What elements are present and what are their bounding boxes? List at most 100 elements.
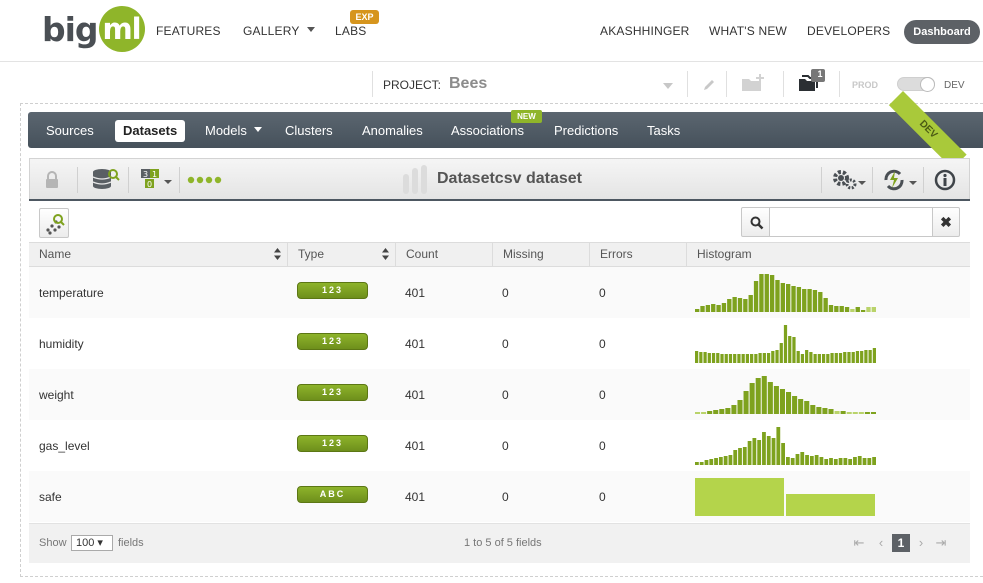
tab-tasks[interactable]: Tasks (647, 120, 680, 142)
histogram-bar (857, 456, 862, 465)
histogram-bar (798, 399, 804, 414)
histogram-bar (860, 310, 866, 312)
dev-label: DEV (944, 80, 965, 91)
pencil-icon[interactable] (702, 78, 716, 92)
histogram-bar (788, 336, 792, 363)
field-name[interactable]: humidity (39, 337, 84, 351)
field-errors: 0 (599, 337, 606, 351)
field-name[interactable]: gas_level (39, 439, 90, 453)
last-page-icon[interactable]: ⇥ (932, 534, 950, 552)
show-label: Show (39, 537, 67, 549)
table-row[interactable]: gas_level 123 401 0 0 (29, 420, 970, 471)
associations-new-badge: NEW (511, 110, 542, 123)
project-bar: PROJECT: Bees 1 PROD DEV (0, 63, 983, 103)
histogram-bar (850, 309, 855, 312)
histogram-chart[interactable] (695, 322, 877, 364)
histogram-bar (796, 351, 800, 363)
configure-icon[interactable] (832, 168, 866, 192)
project-dropdown-icon[interactable] (663, 83, 673, 89)
one-click-icon[interactable] (882, 168, 918, 192)
histogram-chart[interactable] (695, 271, 877, 313)
histogram-bar (766, 436, 771, 465)
histogram-bar (847, 352, 851, 363)
table-header: Name Type Count Missing Errors Histogram (29, 242, 970, 267)
histogram-bar (838, 353, 843, 363)
prev-page-icon[interactable]: ‹ (872, 534, 890, 552)
dots-icon[interactable] (187, 175, 229, 185)
clear-search-button[interactable]: ✖ (932, 207, 960, 237)
dataset-search-icon[interactable] (91, 167, 121, 191)
histogram-bar (733, 450, 738, 465)
histogram-bar (776, 427, 781, 465)
nav-labs[interactable]: LABS (335, 24, 367, 38)
new-folder-icon[interactable] (741, 73, 767, 93)
info-icon[interactable] (934, 169, 956, 191)
column-header-name[interactable]: Name (29, 243, 288, 266)
search-input[interactable] (769, 207, 933, 237)
tab-associations[interactable]: Associations (451, 120, 524, 142)
histogram-bar (695, 351, 699, 363)
histogram-bar (723, 456, 728, 465)
lock-icon[interactable] (44, 170, 60, 190)
tab-anomalies[interactable]: Anomalies (362, 120, 423, 142)
dashboard-button[interactable]: Dashboard (904, 20, 980, 44)
field-name[interactable]: weight (39, 388, 74, 402)
histogram-bar (852, 412, 858, 414)
histogram-bar (741, 354, 745, 363)
nav-whats-new[interactable]: WHAT'S NEW (709, 24, 787, 38)
nav-user[interactable]: AKASHHINGER (600, 24, 690, 38)
histogram-bar (769, 275, 775, 312)
histogram-bar (704, 460, 709, 465)
column-label: Histogram (697, 247, 752, 261)
histogram-bar (786, 457, 790, 465)
histogram-bar (804, 401, 810, 414)
table-row[interactable]: safe ABC 401 0 0 (29, 471, 970, 522)
next-page-icon[interactable]: › (912, 534, 930, 552)
project-name[interactable]: Bees (449, 75, 487, 93)
histogram-bar (775, 350, 779, 363)
histogram-chart[interactable] (695, 475, 877, 517)
histogram-bar (695, 462, 699, 465)
histogram-bar (767, 382, 773, 414)
nav-features[interactable]: FEATURES (156, 24, 221, 38)
histogram-bar (743, 391, 749, 414)
table-row[interactable]: humidity 123 401 0 0 (29, 318, 970, 369)
tab-clusters[interactable]: Clusters (285, 120, 333, 142)
tab-sources[interactable]: Sources (46, 120, 94, 142)
nav-gallery[interactable]: GALLERY (243, 24, 315, 38)
divider (821, 167, 822, 193)
histogram-chart[interactable] (695, 424, 877, 466)
search-button[interactable] (741, 207, 770, 237)
column-label: Count (406, 247, 439, 261)
histogram-bar (762, 353, 766, 363)
histogram-bar (872, 348, 876, 363)
field-name[interactable]: safe (39, 490, 62, 504)
page-size-select[interactable]: 100 ▾ (71, 535, 113, 551)
table-row[interactable]: weight 123 401 0 0 (29, 369, 970, 420)
current-page[interactable]: 1 (892, 534, 910, 552)
histogram-bar (834, 306, 839, 312)
tab-models[interactable]: Models (205, 120, 262, 142)
histogram-bar (766, 353, 771, 363)
field-order-icon[interactable]: 3 1 0 (140, 168, 174, 190)
histogram-chart[interactable] (695, 373, 877, 415)
histogram-bar (773, 386, 779, 414)
tab-predictions[interactable]: Predictions (554, 120, 618, 142)
table-row[interactable]: temperature 123 401 0 0 (29, 267, 970, 318)
prod-dev-toggle[interactable] (897, 77, 935, 92)
folder-count-badge: 1 (817, 69, 823, 79)
column-header-type[interactable]: Type (288, 243, 396, 266)
field-missing: 0 (502, 286, 509, 300)
histogram-bar (786, 392, 792, 414)
tab-datasets[interactable]: Datasets (115, 120, 186, 142)
histogram-bar (761, 376, 767, 414)
filter-fields-button[interactable] (39, 208, 69, 238)
field-name[interactable]: temperature (39, 286, 104, 300)
bigml-logo[interactable]: big ml (42, 6, 145, 52)
nav-developers[interactable]: DEVELOPERS (807, 24, 890, 38)
sort-icon (274, 248, 281, 260)
histogram-bar (747, 441, 752, 465)
histogram-bar (805, 455, 809, 465)
histogram-bar (762, 432, 766, 465)
first-page-icon[interactable]: ⇤ (850, 534, 868, 552)
